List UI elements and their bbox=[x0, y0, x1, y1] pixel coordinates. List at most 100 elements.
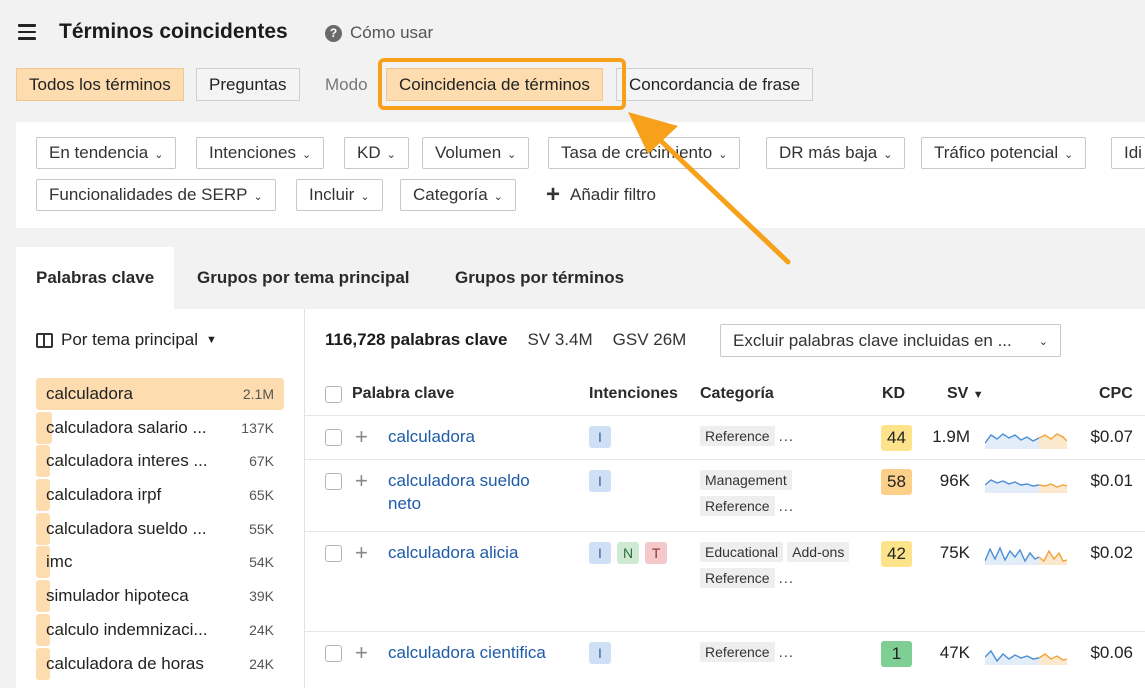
topic-count: 24K bbox=[249, 656, 274, 672]
category-tag: Reference bbox=[700, 568, 775, 588]
kd-badge: 42 bbox=[881, 541, 912, 567]
cpc-value: $0.06 bbox=[1090, 643, 1133, 662]
keyword-text: calculadora sueldo bbox=[388, 471, 530, 490]
sidebar-topic-item[interactable]: simulador hipoteca 39K bbox=[36, 580, 284, 612]
chevron-down-icon: ⌄ bbox=[360, 190, 370, 203]
category-tag: Management bbox=[700, 470, 792, 490]
topic-label: calculadora salario ... bbox=[46, 418, 207, 437]
filter-volume[interactable]: Volumen ⌄ bbox=[422, 137, 530, 169]
tab-term-groups[interactable]: Grupos por términos bbox=[435, 247, 644, 309]
mode-label: Modo bbox=[325, 75, 368, 94]
keyword-link[interactable]: calculadora cientifica bbox=[388, 641, 578, 664]
keyword-link[interactable]: calculadora sueldo neto bbox=[388, 469, 578, 515]
kd-badge: 44 bbox=[881, 425, 912, 451]
filter-intents[interactable]: Intenciones ⌄ bbox=[196, 137, 325, 169]
add-to-list-icon[interactable]: + bbox=[355, 470, 368, 492]
category-tag: Reference bbox=[700, 496, 775, 516]
col-sv[interactable]: SV ▼ bbox=[947, 385, 984, 403]
col-keyword[interactable]: Palabra clave bbox=[352, 385, 454, 403]
category-tag: Reference bbox=[700, 642, 775, 662]
filter-trending[interactable]: En tendencia ⌄ bbox=[36, 137, 177, 169]
topic-count: 54K bbox=[249, 554, 274, 570]
sidebar-topic-item[interactable]: calculadora irpf 65K bbox=[36, 479, 284, 511]
col-category[interactable]: Categoría bbox=[700, 385, 774, 403]
intent-badges: INT bbox=[589, 542, 673, 564]
more-categories[interactable]: ... bbox=[779, 644, 795, 661]
add-to-list-icon[interactable]: + bbox=[355, 542, 368, 564]
filter-language[interactable]: Idi bbox=[1111, 137, 1145, 169]
intent-badge: T bbox=[645, 542, 668, 564]
topic-label: calculadora sueldo ... bbox=[46, 519, 207, 538]
category-tag: Educational bbox=[700, 542, 784, 562]
filter-serp-features[interactable]: Funcionalidades de SERP ⌄ bbox=[36, 179, 276, 211]
category-tag: Reference bbox=[700, 426, 775, 446]
menu-icon[interactable] bbox=[18, 24, 36, 40]
sidebar-topic-item[interactable]: imc 54K bbox=[36, 546, 284, 578]
help-label: Cómo usar bbox=[350, 23, 434, 42]
sidebar-topic-item[interactable]: calculadora interes ... 67K bbox=[36, 445, 284, 477]
trend-sparkline bbox=[985, 649, 1067, 665]
group-by-dropdown[interactable]: Por tema principal ▼ bbox=[36, 330, 217, 350]
trend-sparkline bbox=[985, 433, 1067, 449]
total-sv: SV 3.4M bbox=[527, 330, 593, 349]
keyword-link[interactable]: calculadora bbox=[388, 425, 578, 448]
more-categories[interactable]: ... bbox=[779, 570, 795, 587]
plus-icon: + bbox=[546, 181, 561, 208]
topic-label: calculadora irpf bbox=[46, 485, 162, 504]
topic-count: 24K bbox=[249, 622, 274, 638]
topic-count: 55K bbox=[249, 521, 274, 537]
topic-count: 65K bbox=[249, 487, 274, 503]
search-volume: 47K bbox=[939, 643, 970, 662]
filter-traffic-potential[interactable]: Tráfico potencial ⌄ bbox=[921, 137, 1087, 169]
chevron-down-icon: ⌄ bbox=[301, 148, 312, 161]
filter-kd[interactable]: KD ⌄ bbox=[344, 137, 409, 169]
mode-phrase-match[interactable]: Concordancia de frase bbox=[616, 68, 814, 101]
intent-badge: I bbox=[589, 542, 611, 564]
chevron-down-icon: ⌄ bbox=[154, 148, 164, 161]
keyword-text: calculadora cientifica bbox=[388, 643, 546, 662]
more-categories[interactable]: ... bbox=[779, 498, 795, 515]
divider bbox=[305, 415, 1145, 416]
search-volume: 1.9M bbox=[932, 427, 970, 446]
add-to-list-icon[interactable]: + bbox=[355, 426, 368, 448]
topic-label: calculadora de horas bbox=[46, 654, 204, 673]
kd-badge: 1 bbox=[881, 641, 912, 667]
tab-keywords[interactable]: Palabras clave bbox=[16, 247, 175, 309]
sidebar-topic-item[interactable]: calculadora salario ... 137K bbox=[36, 412, 284, 444]
chevron-down-icon: ⌄ bbox=[253, 190, 263, 203]
select-all-checkbox[interactable] bbox=[325, 386, 342, 403]
add-to-list-icon[interactable]: + bbox=[355, 642, 368, 664]
category-tag: Add-ons bbox=[787, 542, 850, 562]
col-cpc[interactable]: CPC bbox=[1099, 385, 1133, 403]
more-categories[interactable]: ... bbox=[779, 428, 795, 445]
exclude-keywords-dropdown[interactable]: Excluir palabras clave incluidas en ... … bbox=[720, 324, 1061, 357]
sidebar-topic-item[interactable]: calculo indemnizaci... 24K bbox=[36, 614, 284, 646]
col-kd[interactable]: KD bbox=[882, 385, 905, 403]
row-checkbox[interactable] bbox=[325, 545, 342, 562]
chevron-down-icon: ⌄ bbox=[883, 148, 893, 161]
keyword-link[interactable]: calculadora alicia bbox=[388, 541, 578, 564]
sidebar-topic-item[interactable]: calculadora de horas 24K bbox=[36, 648, 284, 680]
trend-sparkline bbox=[985, 546, 1067, 565]
help-link[interactable]: ? Cómo usar bbox=[325, 23, 433, 43]
topic-label: calculadora interes ... bbox=[46, 451, 208, 470]
summary-bar: 116,728 palabras clave SV 3.4M GSV 26M bbox=[325, 330, 686, 350]
tab-parent-topic-groups[interactable]: Grupos por tema principal bbox=[177, 247, 430, 309]
row-checkbox[interactable] bbox=[325, 429, 342, 446]
segment-questions[interactable]: Preguntas bbox=[196, 68, 300, 101]
topic-label: calculo indemnizaci... bbox=[46, 620, 208, 639]
intent-badge: I bbox=[589, 642, 611, 664]
row-divider bbox=[305, 631, 1145, 632]
row-divider bbox=[305, 459, 1145, 460]
row-checkbox[interactable] bbox=[325, 473, 342, 490]
page-title: Términos coincidentes bbox=[59, 20, 288, 43]
sidebar-topic-item[interactable]: calculadora 2.1M bbox=[36, 378, 284, 410]
filter-category[interactable]: Categoría ⌄ bbox=[400, 179, 516, 211]
chevron-down-icon: ⌄ bbox=[1038, 336, 1048, 348]
filter-include[interactable]: Incluir ⌄ bbox=[296, 179, 383, 211]
segment-all-terms[interactable]: Todos los términos bbox=[16, 68, 184, 101]
col-intents[interactable]: Intenciones bbox=[589, 385, 678, 403]
sidebar-topic-item[interactable]: calculadora sueldo ... 55K bbox=[36, 513, 284, 545]
row-checkbox[interactable] bbox=[325, 645, 342, 662]
intent-badge: N bbox=[617, 542, 640, 564]
